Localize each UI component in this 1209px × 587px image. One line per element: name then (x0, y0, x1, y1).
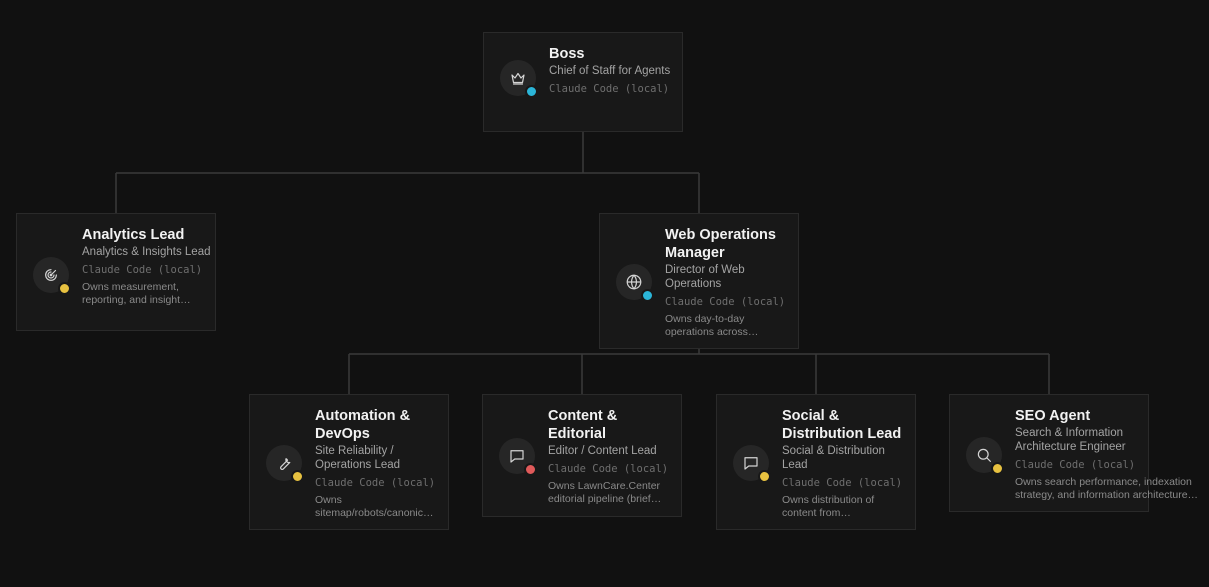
status-dot (641, 289, 654, 302)
status-dot (524, 463, 537, 476)
agent-role: Social & Distribution Lead (782, 445, 885, 471)
agent-runtime: Claude Code (local) (1015, 459, 1136, 471)
agent-description: Owns measurement, reporting, and insight… (82, 281, 191, 306)
agent-runtime: Claude Code (local) (549, 83, 670, 95)
message-square-icon (510, 450, 524, 463)
org-chart-canvas: Boss Chief of Staff for Agents Claude Co… (0, 0, 1209, 587)
agent-card-content-editorial[interactable]: Content & Editorial Editor / Content Lea… (482, 394, 682, 517)
agent-name: Web Operations Manager (665, 227, 776, 261)
agent-description: Owns search performance, indexation stra… (1015, 476, 1199, 501)
agent-card-web-operations-manager[interactable]: Web Operations Manager Director of Web O… (599, 213, 799, 349)
agent-description: Owns sitemap/robots/canonic… (315, 494, 434, 519)
agent-avatar (266, 445, 304, 483)
agent-card-analytics-lead[interactable]: Analytics Lead Analytics & Insights Lead… (16, 213, 216, 331)
agent-description: Owns LawnCare.Center editorial pipeline … (548, 480, 662, 505)
radar-icon (45, 269, 57, 281)
agent-role: Search & Information Architecture Engine… (1015, 427, 1126, 453)
agent-role: Site Reliability / Operations Lead (315, 445, 401, 471)
globe-icon (626, 274, 642, 290)
agent-runtime: Claude Code (local) (315, 477, 436, 489)
agent-name: Content & Editorial (548, 408, 618, 442)
agent-role: Editor / Content Lead (548, 445, 657, 457)
agent-avatar (500, 60, 538, 98)
agent-name: SEO Agent (1015, 408, 1091, 424)
agent-role: Analytics & Insights Lead (82, 246, 211, 258)
agent-avatar (33, 257, 71, 295)
message-square-icon (744, 457, 758, 470)
status-dot (758, 470, 771, 483)
agent-name: Automation & DevOps (315, 408, 411, 442)
agent-runtime: Claude Code (local) (82, 264, 203, 276)
agent-avatar (733, 445, 771, 483)
agent-runtime: Claude Code (local) (548, 463, 669, 475)
status-dot (991, 462, 1004, 475)
agent-card-seo-agent[interactable]: SEO Agent Search & Information Architect… (949, 394, 1198, 512)
wrench-icon (280, 458, 291, 470)
search-icon (977, 448, 991, 462)
agent-description: Owns distribution of content from… (782, 494, 875, 519)
agent-role: Chief of Staff for Agents (549, 65, 671, 77)
agent-name: Boss (549, 46, 585, 62)
agent-avatar (499, 438, 537, 476)
agent-runtime: Claude Code (local) (782, 477, 903, 489)
status-dot (58, 282, 71, 295)
agent-avatar (966, 437, 1004, 475)
agent-card-automation-devops[interactable]: Automation & DevOps Site Reliability / O… (249, 394, 449, 530)
agent-card-boss[interactable]: Boss Chief of Staff for Agents Claude Co… (483, 32, 683, 132)
status-dot (291, 470, 304, 483)
agent-avatar (616, 264, 654, 302)
agent-description: Owns day-to-day operations across… (665, 313, 759, 338)
status-dot (525, 85, 538, 98)
agent-name: Analytics Lead (82, 227, 185, 243)
agent-role: Director of Web Operations (665, 264, 745, 290)
agent-name: Social & Distribution Lead (782, 408, 902, 442)
crown-icon (511, 72, 525, 85)
agent-runtime: Claude Code (local) (665, 296, 786, 308)
agent-card-social-distribution-lead[interactable]: Social & Distribution Lead Social & Dist… (716, 394, 916, 530)
